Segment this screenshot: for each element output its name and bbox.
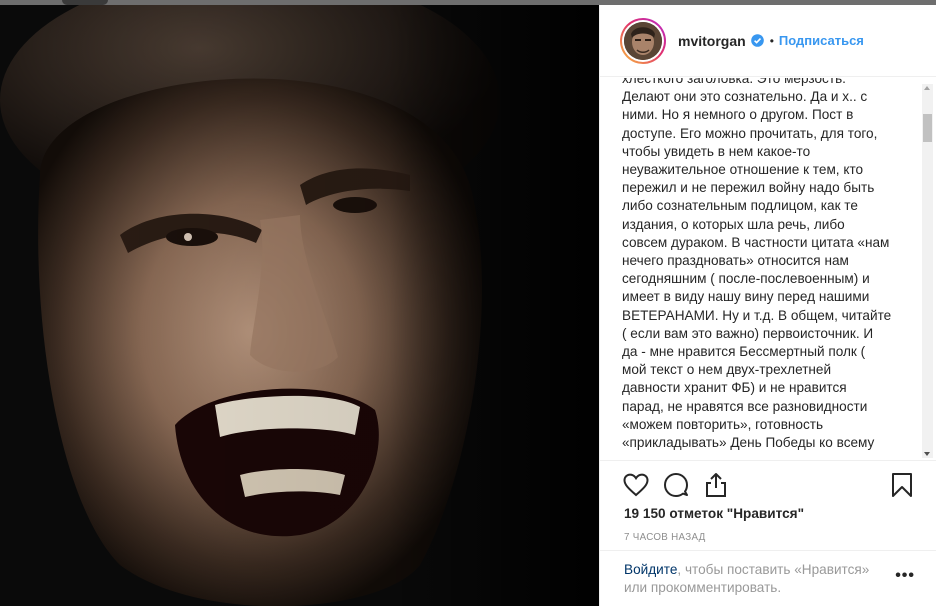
heart-icon[interactable] — [622, 471, 650, 499]
caption-scrollbar[interactable] — [922, 84, 933, 458]
more-options-icon[interactable]: ••• — [895, 568, 915, 584]
portrait-image — [0, 5, 599, 606]
post-header: mvitorgan • Подписаться — [600, 5, 936, 77]
avatar-border — [622, 19, 664, 62]
post-timestamp[interactable]: 7 часов назад — [624, 532, 706, 543]
share-icon[interactable] — [702, 471, 730, 499]
follow-button[interactable]: Подписаться — [779, 33, 864, 48]
bookmark-icon[interactable] — [888, 471, 916, 499]
likes-label: отметок — [665, 506, 727, 521]
scroll-down-arrow-icon[interactable] — [924, 452, 930, 456]
likes-like-word: "Нравится" — [726, 506, 805, 521]
comment-icon[interactable] — [662, 471, 690, 499]
comment-login-area: Войдите, чтобы поставить «Нравится» или … — [600, 550, 936, 606]
likes-count[interactable]: 19 150 отметок "Нравится" — [624, 506, 804, 521]
post-side-panel: mvitorgan • Подписаться хлесткого заголо… — [599, 5, 936, 606]
post-caption: хлесткого заголовка. Это мерзость. Делаю… — [622, 78, 892, 451]
avatar[interactable] — [624, 21, 662, 60]
likes-number: 19 150 — [624, 506, 666, 521]
avatar-story-ring[interactable] — [620, 17, 666, 64]
post-actions — [600, 467, 936, 503]
login-link[interactable]: Войдите — [624, 562, 677, 577]
scroll-up-arrow-icon[interactable] — [924, 86, 930, 90]
post-photo[interactable] — [0, 5, 599, 606]
caption-scroll-area[interactable]: хлесткого заголовка. Это мерзость. Делаю… — [600, 78, 936, 461]
verified-badge-icon — [750, 34, 764, 47]
login-prompt: Войдите, чтобы поставить «Нравится» или … — [624, 561, 894, 597]
username-link[interactable]: mvitorgan — [678, 33, 746, 49]
header-separator: • — [769, 33, 774, 48]
scrollbar-thumb[interactable] — [923, 114, 932, 142]
